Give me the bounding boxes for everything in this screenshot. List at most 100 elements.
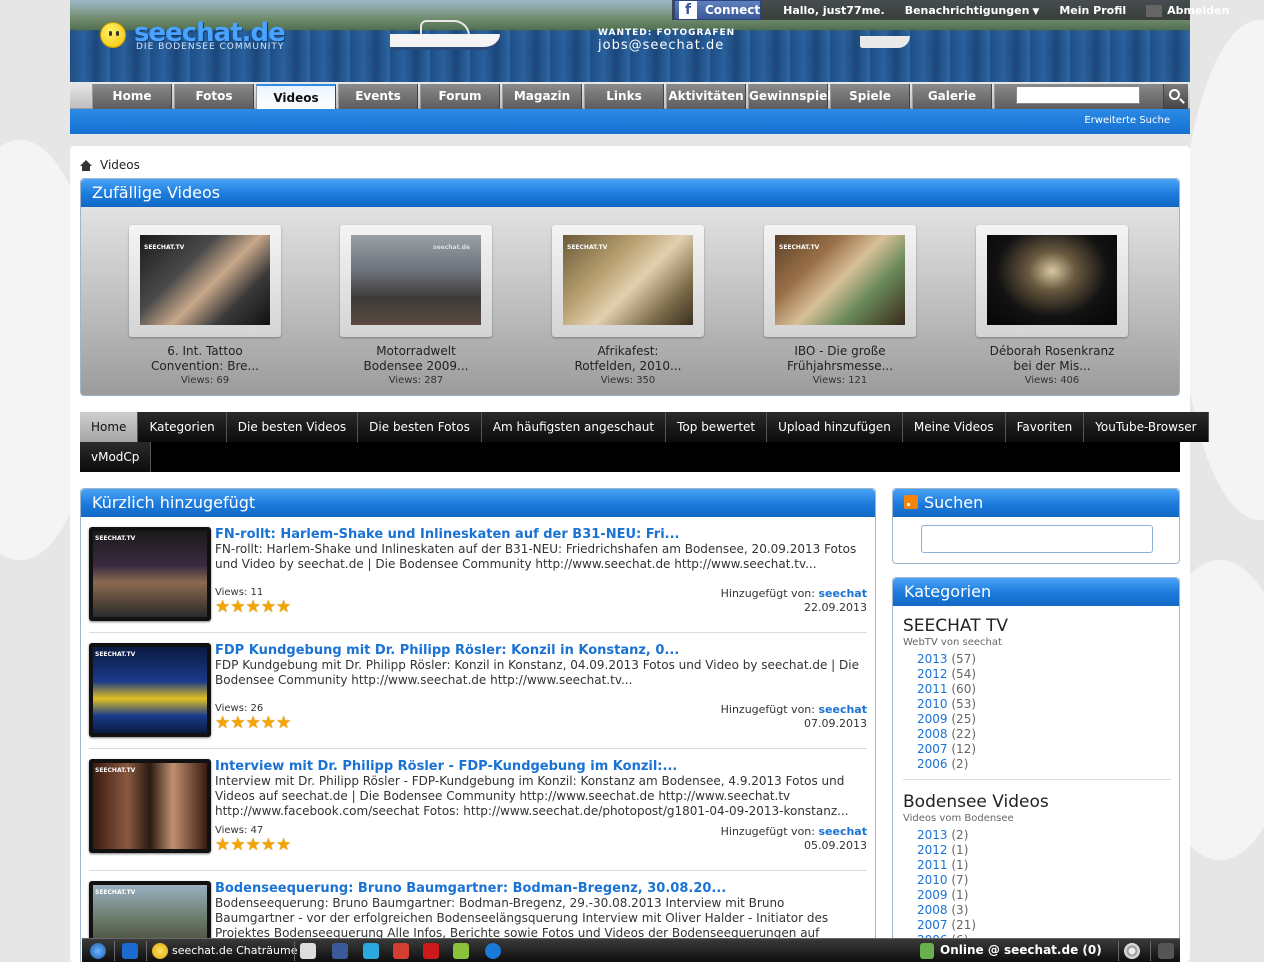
facebook-icon[interactable] [332, 943, 348, 959]
video-title[interactable]: Motorradwelt Bodensee 2009... [340, 344, 492, 374]
random-video-item[interactable]: Déborah Rosenkranz bei der Mis... Views: … [976, 225, 1128, 386]
year-item[interactable]: 2012 (54) [917, 667, 1171, 682]
logout-icon [1146, 4, 1163, 17]
logout-link[interactable]: Abmelden [1146, 4, 1229, 17]
youtube-icon[interactable] [423, 943, 439, 959]
year-item[interactable]: 2007 (21) [917, 918, 1171, 933]
year-item[interactable]: 2009 (25) [917, 712, 1171, 727]
apple-icon[interactable] [485, 943, 501, 959]
nav-tab-forum[interactable]: Forum [420, 84, 500, 109]
year-item[interactable]: 2010 (53) [917, 697, 1171, 712]
profile-link[interactable]: Mein Profil [1059, 4, 1126, 17]
chatrooms-link[interactable]: seechat.de Chaträume [172, 944, 298, 957]
star-rating[interactable]: ★ ★ ★ ★ ★ [215, 837, 291, 854]
tab-youtube-browser[interactable]: YouTube-Browser [1084, 412, 1209, 442]
advanced-search-link[interactable]: Erweiterte Suche [1084, 115, 1170, 126]
google-plus-icon[interactable] [393, 943, 409, 959]
facebook-connect-button[interactable]: f Connect [674, 0, 762, 20]
video-thumbnail[interactable]: seechat.de [351, 235, 481, 325]
nav-tab-fotos[interactable]: Fotos [174, 84, 254, 109]
random-video-item[interactable]: SEECHAT.TV IBO - Die große Frühjahrsmesse… [764, 225, 916, 386]
twitter-icon[interactable] [363, 943, 379, 959]
tab-most-viewed[interactable]: Am häufigsten angeschaut [481, 412, 667, 442]
video-thumbnail[interactable]: SEECHAT.TV [89, 643, 211, 737]
list-item: SEECHAT.TV FN-rollt: Harlem-Shake und In… [89, 517, 867, 633]
video-thumbnail[interactable]: SEECHAT.TV [563, 235, 693, 325]
breadcrumb-current: Videos [100, 158, 140, 172]
nav-tab-aktivitaeten[interactable]: Aktivitäten [666, 84, 746, 109]
tab-best-photos[interactable]: Die besten Fotos [358, 412, 482, 442]
nav-search-input[interactable] [1016, 86, 1140, 104]
user-link[interactable]: seechat [818, 703, 867, 716]
random-video-item[interactable]: seechat.de Motorradwelt Bodensee 2009... … [340, 225, 492, 386]
year-item[interactable]: 2007 (12) [917, 742, 1171, 757]
nav-tab-spiele[interactable]: Spiele [830, 84, 910, 109]
nav-search-button[interactable] [1164, 84, 1188, 109]
nav-tab-home[interactable]: Home [92, 84, 172, 109]
online-status[interactable]: Online @ seechat.de (0) [940, 943, 1102, 957]
year-item[interactable]: 2012 (1) [917, 843, 1171, 858]
tab-top-rated[interactable]: Top bewertet [666, 412, 768, 442]
nav-tab-videos[interactable]: Videos [256, 84, 336, 109]
site-logo[interactable]: seechat.de DIE BODENSEE COMMUNITY [100, 18, 300, 58]
random-video-item[interactable]: SEECHAT.TV Afrikafest: Rotfelden, 2010...… [552, 225, 704, 386]
tab-vmodcp[interactable]: vModCp [80, 442, 152, 472]
video-thumbnail[interactable]: SEECHAT.TV [775, 235, 905, 325]
video-thumbnail[interactable] [987, 235, 1117, 325]
video-title-link[interactable]: FN-rollt: Harlem-Shake und Inlineskaten … [215, 527, 679, 542]
category-name[interactable]: Bodensee Videos [903, 792, 1171, 812]
upload-arrow-icon[interactable] [122, 943, 138, 959]
video-views: Views: 69 [180, 375, 230, 386]
tab-favorites[interactable]: Favoriten [1005, 412, 1085, 442]
nav-tab-gewinnspiele[interactable]: Gewinnspiele [748, 84, 840, 109]
android-icon[interactable] [453, 943, 469, 959]
year-item[interactable]: 2008 (3) [917, 903, 1171, 918]
video-title[interactable]: Afrikafest: Rotfelden, 2010... [552, 344, 704, 374]
nav-tab-events[interactable]: Events [338, 84, 418, 109]
video-title-link[interactable]: FDP Kundgebung mit Dr. Philipp Rösler: K… [215, 643, 679, 658]
year-item[interactable]: 2008 (22) [917, 727, 1171, 742]
gear-icon[interactable] [1124, 943, 1140, 959]
video-title-link[interactable]: Bodenseequerung: Bruno Baumgartner: Bodm… [215, 881, 726, 896]
video-title[interactable]: Déborah Rosenkranz bei der Mis... [976, 344, 1128, 374]
year-item[interactable]: 2013 (57) [917, 652, 1171, 667]
side-search-input[interactable] [921, 525, 1153, 553]
tab-my-videos[interactable]: Meine Videos [902, 412, 1006, 442]
tab-kategorien[interactable]: Kategorien [138, 412, 227, 442]
random-video-item[interactable]: SEECHAT.TV 6. Int. Tattoo Convention: Bre… [129, 225, 281, 386]
year-item[interactable]: 2011 (60) [917, 682, 1171, 697]
category-name[interactable]: SEECHAT TV [903, 616, 1171, 636]
year-item[interactable]: 2010 (7) [917, 873, 1171, 888]
star-rating[interactable]: ★ ★ ★ ★ ★ [215, 599, 291, 616]
notifications-menu[interactable]: Benachrichtigungen ▼ [905, 4, 1040, 17]
user-link[interactable]: seechat [818, 825, 867, 838]
tab-upload[interactable]: Upload hinzufügen [767, 412, 903, 442]
wanted-banner[interactable]: WANTED: FOTOGRAFEN jobs@seechat.de [598, 28, 735, 53]
pages-icon[interactable] [300, 943, 316, 959]
year-item[interactable]: 2011 (1) [917, 858, 1171, 873]
user-link[interactable]: seechat [818, 587, 867, 600]
user-greeting[interactable]: Hallo, just77me. [783, 4, 885, 17]
nav-tab-magazin[interactable]: Magazin [502, 84, 582, 109]
collapse-icon[interactable] [1158, 943, 1174, 959]
nav-tab-links[interactable]: Links [584, 84, 664, 109]
home-icon[interactable] [80, 159, 92, 171]
year-item[interactable]: 2013 (2) [917, 828, 1171, 843]
video-title[interactable]: 6. Int. Tattoo Convention: Bre... [129, 344, 281, 374]
video-thumbnail[interactable]: SEECHAT.TV [140, 235, 270, 325]
tab-home[interactable]: Home [80, 412, 139, 442]
video-thumbnail[interactable]: SEECHAT.TV [89, 527, 211, 621]
video-thumbnail[interactable]: SEECHAT.TV [89, 759, 211, 853]
rss-icon[interactable] [904, 494, 918, 509]
smiley-icon [152, 943, 168, 959]
year-item[interactable]: 2009 (1) [917, 888, 1171, 903]
year-item[interactable]: 2006 (2) [917, 757, 1171, 772]
wanted-email[interactable]: jobs@seechat.de [598, 38, 735, 53]
globe-icon[interactable] [90, 943, 106, 959]
tab-best-videos[interactable]: Die besten Videos [226, 412, 359, 442]
nav-tab-galerie[interactable]: Galerie [912, 84, 992, 109]
star-rating[interactable]: ★ ★ ★ ★ ★ [215, 715, 291, 732]
video-title-link[interactable]: Interview mit Dr. Philipp Rösler - FDP-K… [215, 759, 677, 774]
video-title[interactable]: IBO - Die große Frühjahrsmesse... [764, 344, 916, 374]
year-list: 2013 (57) 2012 (54) 2011 (60) 2010 (53) … [917, 652, 1171, 772]
